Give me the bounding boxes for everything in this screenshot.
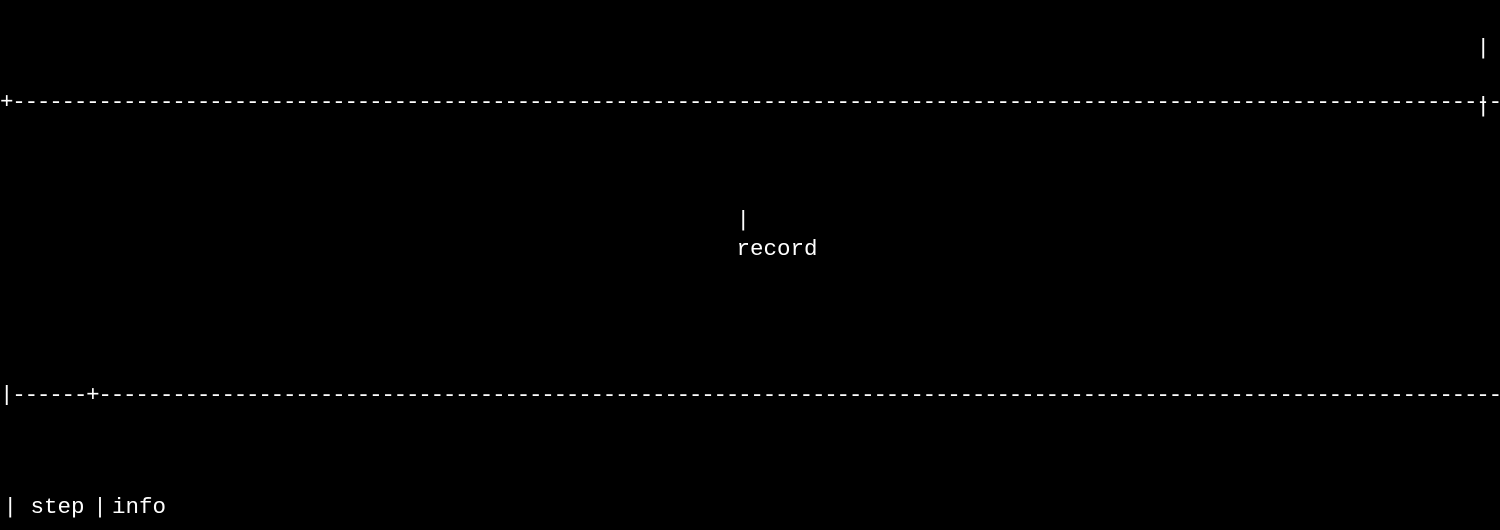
terminal-output: record step | info 1 | node obproxy_diag… — [0, 0, 1500, 530]
table-header-row: step | info — [0, 493, 1500, 522]
table-header-sep-top — [0, 381, 1500, 405]
table-top-border — [0, 88, 1500, 112]
table-title-row: record — [0, 200, 1500, 294]
col-info-header: info — [112, 493, 1500, 522]
col-divider: | — [88, 493, 112, 522]
right-border-segment: | — [1476, 34, 1490, 63]
right-border-segment: | — [1476, 92, 1490, 121]
col-step-header: step — [0, 493, 88, 522]
table-title: record — [737, 236, 818, 262]
